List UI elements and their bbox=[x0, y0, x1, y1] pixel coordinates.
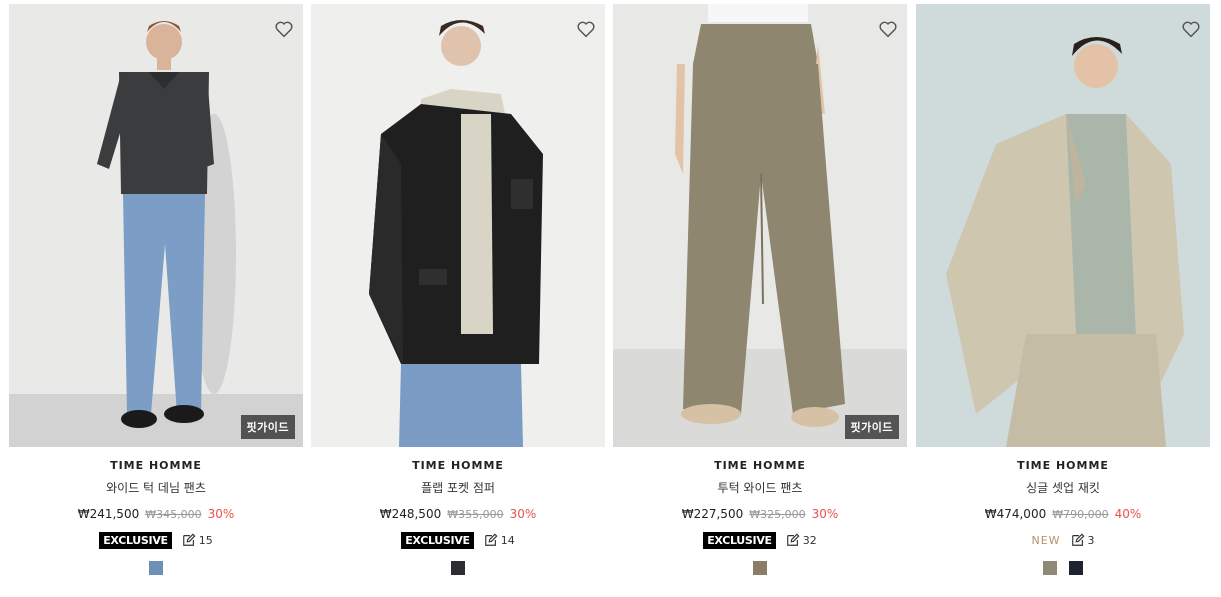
review-count[interactable]: 32 bbox=[786, 533, 817, 547]
heart-icon[interactable] bbox=[1180, 18, 1202, 40]
fit-guide-button[interactable]: 핏가이드 bbox=[240, 415, 295, 439]
product-info: TIME HOMME 플랩 포켓 점퍼 ₩248,500 ₩355,000 30… bbox=[311, 459, 605, 575]
product-image[interactable] bbox=[916, 4, 1210, 447]
sale-price: ₩248,500 bbox=[379, 507, 442, 521]
review-count-value: 3 bbox=[1087, 533, 1095, 547]
product-photo bbox=[311, 4, 605, 447]
discount-rate: 30% bbox=[509, 507, 537, 521]
sale-price: ₩241,500 bbox=[77, 507, 140, 521]
meta-row: EXCLUSIVE 32 bbox=[613, 531, 907, 549]
price-row: ₩248,500 ₩355,000 30% bbox=[311, 507, 605, 521]
heart-icon[interactable] bbox=[575, 18, 597, 40]
review-count-value: 15 bbox=[198, 533, 213, 547]
review-count[interactable]: 14 bbox=[484, 533, 515, 547]
meta-row: EXCLUSIVE 15 bbox=[9, 531, 303, 549]
discount-rate: 30% bbox=[207, 507, 235, 521]
color-swatch-navy[interactable] bbox=[1069, 561, 1083, 575]
exclusive-badge: EXCLUSIVE bbox=[401, 531, 474, 549]
sale-price: ₩227,500 bbox=[681, 507, 744, 521]
review-count[interactable]: 15 bbox=[182, 533, 213, 547]
product-photo bbox=[613, 4, 907, 447]
original-price: ₩345,000 bbox=[145, 508, 202, 521]
color-swatches bbox=[311, 561, 605, 575]
brand-name[interactable]: TIME HOMME bbox=[916, 459, 1210, 472]
price-row: ₩227,500 ₩325,000 30% bbox=[613, 507, 907, 521]
product-image[interactable] bbox=[311, 4, 605, 447]
review-edit-icon bbox=[484, 533, 498, 546]
product-image[interactable]: 핏가이드 bbox=[9, 4, 303, 447]
product-card[interactable]: TIME HOMME 플랩 포켓 점퍼 ₩248,500 ₩355,000 30… bbox=[311, 4, 605, 575]
color-swatches bbox=[916, 561, 1210, 575]
fit-guide-button[interactable]: 핏가이드 bbox=[844, 415, 899, 439]
new-badge: NEW bbox=[1031, 533, 1061, 547]
price-row: ₩474,000 ₩790,000 40% bbox=[916, 507, 1210, 521]
sale-price: ₩474,000 bbox=[984, 507, 1047, 521]
original-price: ₩790,000 bbox=[1052, 508, 1109, 521]
product-name[interactable]: 투턱 와이드 팬츠 bbox=[613, 479, 907, 496]
color-swatches bbox=[613, 561, 907, 575]
heart-icon[interactable] bbox=[877, 18, 899, 40]
meta-row: NEW 3 bbox=[916, 531, 1210, 549]
product-photo bbox=[916, 4, 1210, 447]
product-card[interactable]: 핏가이드 TIME HOMME 와이드 턱 데님 팬츠 ₩241,500 ₩34… bbox=[9, 4, 303, 575]
product-name[interactable]: 플랩 포켓 점퍼 bbox=[311, 479, 605, 496]
product-photo bbox=[9, 4, 303, 447]
color-swatch-khaki[interactable] bbox=[753, 561, 767, 575]
product-info: TIME HOMME 와이드 턱 데님 팬츠 ₩241,500 ₩345,000… bbox=[9, 459, 303, 575]
review-count[interactable]: 3 bbox=[1071, 533, 1095, 547]
brand-name[interactable]: TIME HOMME bbox=[9, 459, 303, 472]
exclusive-badge: EXCLUSIVE bbox=[703, 531, 776, 549]
heart-icon[interactable] bbox=[273, 18, 295, 40]
product-card[interactable]: TIME HOMME 싱글 셋업 재킷 ₩474,000 ₩790,000 40… bbox=[916, 4, 1210, 575]
discount-rate: 30% bbox=[811, 507, 839, 521]
original-price: ₩325,000 bbox=[749, 508, 806, 521]
product-info: TIME HOMME 싱글 셋업 재킷 ₩474,000 ₩790,000 40… bbox=[916, 459, 1210, 575]
review-count-value: 32 bbox=[802, 533, 817, 547]
review-edit-icon bbox=[786, 533, 800, 546]
exclusive-badge: EXCLUSIVE bbox=[99, 531, 172, 549]
product-grid: 핏가이드 TIME HOMME 와이드 턱 데님 팬츠 ₩241,500 ₩34… bbox=[0, 0, 1221, 597]
color-swatch-blue[interactable] bbox=[149, 561, 163, 575]
review-edit-icon bbox=[1071, 533, 1085, 546]
product-image[interactable]: 핏가이드 bbox=[613, 4, 907, 447]
meta-row: EXCLUSIVE 14 bbox=[311, 531, 605, 549]
review-count-value: 14 bbox=[500, 533, 515, 547]
color-swatch-black[interactable] bbox=[451, 561, 465, 575]
original-price: ₩355,000 bbox=[447, 508, 504, 521]
color-swatch-beige[interactable] bbox=[1043, 561, 1057, 575]
product-card[interactable]: 핏가이드 TIME HOMME 투턱 와이드 팬츠 ₩227,500 ₩325,… bbox=[613, 4, 907, 575]
product-name[interactable]: 와이드 턱 데님 팬츠 bbox=[9, 479, 303, 496]
review-edit-icon bbox=[182, 533, 196, 546]
price-row: ₩241,500 ₩345,000 30% bbox=[9, 507, 303, 521]
color-swatches bbox=[9, 561, 303, 575]
discount-rate: 40% bbox=[1114, 507, 1142, 521]
product-info: TIME HOMME 투턱 와이드 팬츠 ₩227,500 ₩325,000 3… bbox=[613, 459, 907, 575]
brand-name[interactable]: TIME HOMME bbox=[613, 459, 907, 472]
product-name[interactable]: 싱글 셋업 재킷 bbox=[916, 479, 1210, 496]
brand-name[interactable]: TIME HOMME bbox=[311, 459, 605, 472]
